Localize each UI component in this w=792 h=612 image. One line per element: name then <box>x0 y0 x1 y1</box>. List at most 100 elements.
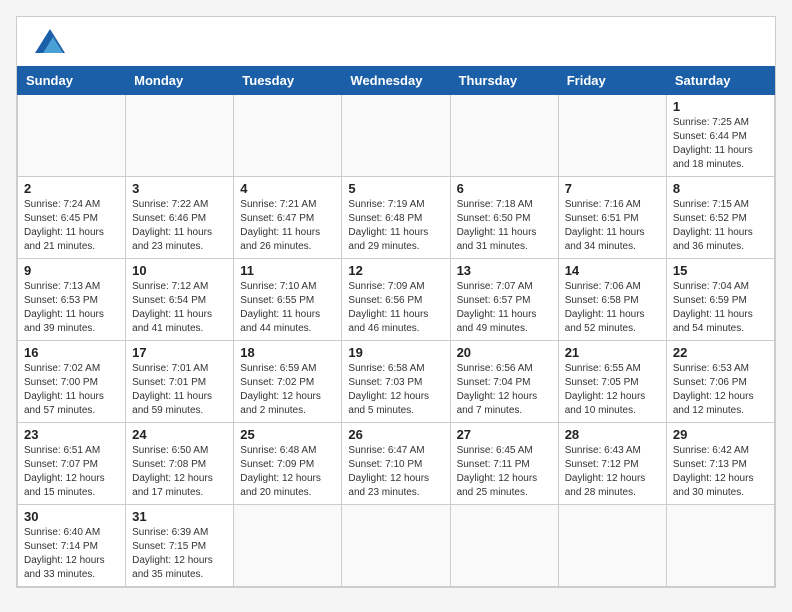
day-info: Sunrise: 6:47 AM Sunset: 7:10 PM Dayligh… <box>348 444 443 500</box>
day-cell: 3 Sunrise: 7:22 AM Sunset: 6:46 PM Daylig… <box>126 177 234 259</box>
day-number: 31 <box>132 509 227 524</box>
weekday-header-wednesday: Wednesday <box>342 67 450 95</box>
day-number: 9 <box>24 263 119 278</box>
day-info: Sunrise: 7:10 AM Sunset: 6:55 PM Dayligh… <box>240 280 335 336</box>
day-cell: 27Sunrise: 6:45 AM Sunset: 7:11 PM Dayli… <box>450 423 558 505</box>
day-cell: 19Sunrise: 6:58 AM Sunset: 7:03 PM Dayli… <box>342 341 450 423</box>
day-number: 1 <box>673 99 768 114</box>
day-cell: 18 Sunrise: 6:59 AM Sunset: 7:02 PM Dayli… <box>234 341 342 423</box>
day-info: Sunrise: 7:04 AM Sunset: 6:59 PM Dayligh… <box>673 280 768 336</box>
day-number: 28 <box>565 427 660 442</box>
day-info: Sunrise: 6:55 AM Sunset: 7:05 PM Dayligh… <box>565 362 660 418</box>
weekday-header-friday: Friday <box>558 67 666 95</box>
day-cell: 26 Sunrise: 6:47 AM Sunset: 7:10 PM Dayli… <box>342 423 450 505</box>
day-cell: 8Sunrise: 7:15 AM Sunset: 6:52 PM Daylig… <box>666 177 774 259</box>
day-cell: 5 Sunrise: 7:19 AM Sunset: 6:48 PM Daylig… <box>342 177 450 259</box>
day-cell: 16 Sunrise: 7:02 AM Sunset: 7:00 PM Dayli… <box>18 341 126 423</box>
day-number: 12 <box>348 263 443 278</box>
day-number: 7 <box>565 181 660 196</box>
day-number: 26 <box>348 427 443 442</box>
week-row-1: 1 Sunrise: 7:25 AM Sunset: 6:44 PM Daylig… <box>18 95 775 177</box>
day-number: 16 <box>24 345 119 360</box>
day-info: Sunrise: 6:59 AM Sunset: 7:02 PM Dayligh… <box>240 362 335 418</box>
day-cell: 25Sunrise: 6:48 AM Sunset: 7:09 PM Dayli… <box>234 423 342 505</box>
day-cell: 22Sunrise: 6:53 AM Sunset: 7:06 PM Dayli… <box>666 341 774 423</box>
weekday-header-saturday: Saturday <box>666 67 774 95</box>
page-header <box>17 17 775 66</box>
day-cell: 29 Sunrise: 6:42 AM Sunset: 7:13 PM Dayli… <box>666 423 774 505</box>
calendar-table: SundayMondayTuesdayWednesdayThursdayFrid… <box>17 66 775 587</box>
day-cell <box>234 505 342 587</box>
day-cell: 13 Sunrise: 7:07 AM Sunset: 6:57 PM Dayli… <box>450 259 558 341</box>
day-info: Sunrise: 6:43 AM Sunset: 7:12 PM Dayligh… <box>565 444 660 500</box>
day-info: Sunrise: 7:22 AM Sunset: 6:46 PM Dayligh… <box>132 198 227 254</box>
calendar-body: 1 Sunrise: 7:25 AM Sunset: 6:44 PM Daylig… <box>18 95 775 587</box>
day-info: Sunrise: 7:07 AM Sunset: 6:57 PM Dayligh… <box>457 280 552 336</box>
day-number: 29 <box>673 427 768 442</box>
day-cell: 23Sunrise: 6:51 AM Sunset: 7:07 PM Dayli… <box>18 423 126 505</box>
day-cell: 28 Sunrise: 6:43 AM Sunset: 7:12 PM Dayli… <box>558 423 666 505</box>
day-number: 2 <box>24 181 119 196</box>
calendar-header: SundayMondayTuesdayWednesdayThursdayFrid… <box>18 67 775 95</box>
day-info: Sunrise: 6:53 AM Sunset: 7:06 PM Dayligh… <box>673 362 768 418</box>
weekday-row: SundayMondayTuesdayWednesdayThursdayFrid… <box>18 67 775 95</box>
day-info: Sunrise: 6:50 AM Sunset: 7:08 PM Dayligh… <box>132 444 227 500</box>
day-number: 14 <box>565 263 660 278</box>
day-cell <box>558 505 666 587</box>
day-cell: 1 Sunrise: 7:25 AM Sunset: 6:44 PM Daylig… <box>666 95 774 177</box>
day-number: 4 <box>240 181 335 196</box>
day-number: 17 <box>132 345 227 360</box>
day-cell <box>450 95 558 177</box>
day-info: Sunrise: 6:40 AM Sunset: 7:14 PM Dayligh… <box>24 526 119 582</box>
day-cell: 11Sunrise: 7:10 AM Sunset: 6:55 PM Dayli… <box>234 259 342 341</box>
day-info: Sunrise: 7:01 AM Sunset: 7:01 PM Dayligh… <box>132 362 227 418</box>
day-number: 24 <box>132 427 227 442</box>
day-info: Sunrise: 7:09 AM Sunset: 6:56 PM Dayligh… <box>348 280 443 336</box>
day-info: Sunrise: 6:45 AM Sunset: 7:11 PM Dayligh… <box>457 444 552 500</box>
day-number: 13 <box>457 263 552 278</box>
day-info: Sunrise: 6:56 AM Sunset: 7:04 PM Dayligh… <box>457 362 552 418</box>
day-info: Sunrise: 6:51 AM Sunset: 7:07 PM Dayligh… <box>24 444 119 500</box>
day-cell: 20Sunrise: 6:56 AM Sunset: 7:04 PM Dayli… <box>450 341 558 423</box>
day-number: 10 <box>132 263 227 278</box>
week-row-6: 30 Sunrise: 6:40 AM Sunset: 7:14 PM Dayli… <box>18 505 775 587</box>
weekday-header-monday: Monday <box>126 67 234 95</box>
day-info: Sunrise: 7:25 AM Sunset: 6:44 PM Dayligh… <box>673 116 768 172</box>
weekday-header-tuesday: Tuesday <box>234 67 342 95</box>
day-cell: 6 Sunrise: 7:18 AM Sunset: 6:50 PM Daylig… <box>450 177 558 259</box>
day-info: Sunrise: 7:13 AM Sunset: 6:53 PM Dayligh… <box>24 280 119 336</box>
logo <box>33 29 65 58</box>
day-info: Sunrise: 7:19 AM Sunset: 6:48 PM Dayligh… <box>348 198 443 254</box>
day-cell <box>126 95 234 177</box>
day-cell: 31Sunrise: 6:39 AM Sunset: 7:15 PM Dayli… <box>126 505 234 587</box>
day-cell: 2 Sunrise: 7:24 AM Sunset: 6:45 PM Daylig… <box>18 177 126 259</box>
day-info: Sunrise: 7:02 AM Sunset: 7:00 PM Dayligh… <box>24 362 119 418</box>
day-info: Sunrise: 6:42 AM Sunset: 7:13 PM Dayligh… <box>673 444 768 500</box>
day-cell <box>666 505 774 587</box>
day-info: Sunrise: 7:16 AM Sunset: 6:51 PM Dayligh… <box>565 198 660 254</box>
day-cell <box>342 95 450 177</box>
calendar-page: SundayMondayTuesdayWednesdayThursdayFrid… <box>16 16 776 588</box>
day-number: 6 <box>457 181 552 196</box>
day-info: Sunrise: 7:24 AM Sunset: 6:45 PM Dayligh… <box>24 198 119 254</box>
week-row-4: 16 Sunrise: 7:02 AM Sunset: 7:00 PM Dayli… <box>18 341 775 423</box>
day-cell: 7 Sunrise: 7:16 AM Sunset: 6:51 PM Daylig… <box>558 177 666 259</box>
day-cell: 4Sunrise: 7:21 AM Sunset: 6:47 PM Daylig… <box>234 177 342 259</box>
day-info: Sunrise: 7:12 AM Sunset: 6:54 PM Dayligh… <box>132 280 227 336</box>
day-info: Sunrise: 7:06 AM Sunset: 6:58 PM Dayligh… <box>565 280 660 336</box>
day-number: 19 <box>348 345 443 360</box>
day-number: 18 <box>240 345 335 360</box>
weekday-header-thursday: Thursday <box>450 67 558 95</box>
day-number: 5 <box>348 181 443 196</box>
day-info: Sunrise: 7:18 AM Sunset: 6:50 PM Dayligh… <box>457 198 552 254</box>
day-number: 30 <box>24 509 119 524</box>
day-number: 15 <box>673 263 768 278</box>
logo-icon <box>35 29 65 53</box>
day-number: 3 <box>132 181 227 196</box>
day-number: 21 <box>565 345 660 360</box>
day-cell: 17 Sunrise: 7:01 AM Sunset: 7:01 PM Dayli… <box>126 341 234 423</box>
day-info: Sunrise: 7:15 AM Sunset: 6:52 PM Dayligh… <box>673 198 768 254</box>
day-cell <box>342 505 450 587</box>
day-cell: 30 Sunrise: 6:40 AM Sunset: 7:14 PM Dayli… <box>18 505 126 587</box>
week-row-2: 2 Sunrise: 7:24 AM Sunset: 6:45 PM Daylig… <box>18 177 775 259</box>
